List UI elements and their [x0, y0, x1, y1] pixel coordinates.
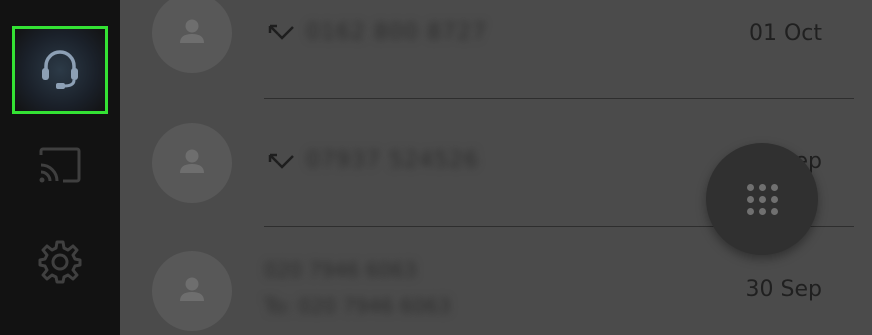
call-number: 0162 800 8727	[306, 20, 487, 45]
row-divider	[264, 98, 854, 99]
sidebar	[0, 0, 120, 335]
call-subline: To: 020 7946 6063	[264, 294, 451, 318]
gear-icon	[37, 239, 83, 289]
headset-icon	[36, 44, 84, 96]
dialpad-icon	[746, 183, 778, 215]
contact-avatar	[152, 251, 232, 331]
call-date: 01 Oct	[748, 21, 822, 46]
contact-avatar	[152, 0, 232, 73]
sidebar-item-cast[interactable]	[12, 123, 108, 211]
call-number: 07937 524526	[306, 148, 479, 173]
call-date: 30 Sep	[745, 277, 822, 302]
sidebar-item-support[interactable]	[12, 26, 108, 114]
call-history-list: 0162 800 8727 01 Oct 07937 524526 30 Sep	[120, 0, 872, 335]
person-icon	[176, 145, 208, 181]
dialpad-button[interactable]	[706, 143, 818, 255]
cast-icon	[37, 145, 83, 189]
call-received-icon	[266, 22, 296, 44]
call-received-icon	[266, 151, 296, 173]
app-window: 0162 800 8727 01 Oct 07937 524526 30 Sep	[0, 0, 872, 335]
sidebar-item-settings[interactable]	[12, 220, 108, 308]
contact-avatar	[152, 123, 232, 203]
person-icon	[176, 273, 208, 309]
call-number: 020 7946 6063	[264, 258, 417, 282]
person-icon	[176, 15, 208, 51]
